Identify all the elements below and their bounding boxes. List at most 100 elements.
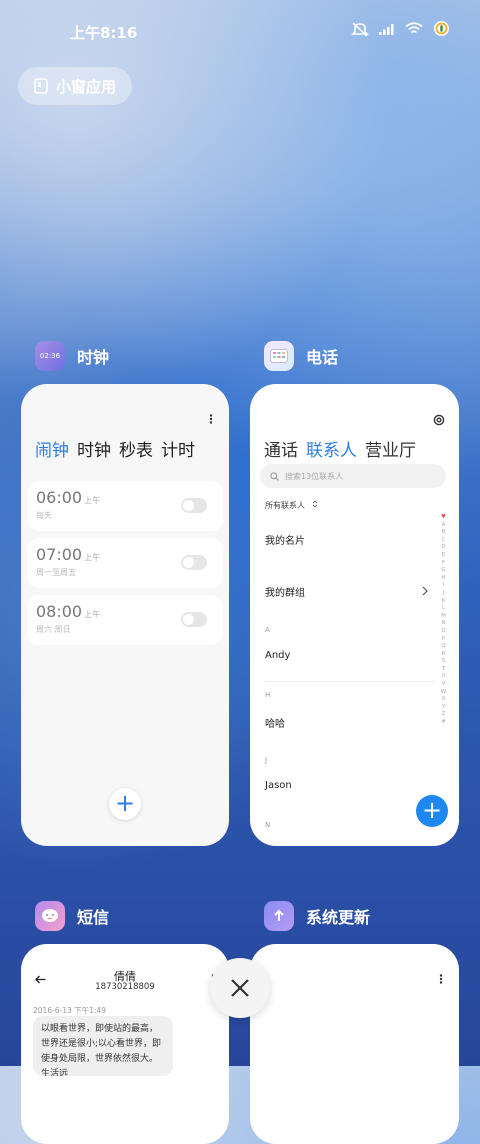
index-letter[interactable]: G: [441, 567, 445, 575]
index-letter[interactable]: C: [442, 537, 446, 545]
contact-item[interactable]: Jason: [265, 780, 292, 791]
mute-icon: [351, 21, 369, 37]
contact-filter-dropdown[interactable]: 所有联系人: [265, 500, 318, 511]
battery-icon: [434, 21, 449, 36]
index-letter[interactable]: Z: [442, 711, 446, 719]
wifi-icon: [405, 22, 423, 34]
alarm-toggle[interactable]: [181, 612, 207, 627]
tab-alarm[interactable]: 闹钟: [35, 436, 69, 461]
sms-app-title: 短信: [77, 908, 110, 927]
keypad-icon: [270, 349, 288, 363]
sms-app-card[interactable]: 倩倩 18730218809 2016-6-13 下午1:49 以眼看世界，即使…: [21, 944, 229, 1144]
sms-app-icon: [35, 901, 65, 931]
system-update-app-header[interactable]: 系统更新: [264, 901, 370, 931]
phone-app-card[interactable]: 通话 联系人 营业厅 搜索13位联系人 所有联系人 我的名片 我的群组 A An…: [250, 384, 459, 846]
alarm-toggle[interactable]: [181, 555, 207, 570]
clear-all-button[interactable]: [210, 958, 270, 1018]
tab-clock[interactable]: 时钟: [77, 436, 111, 461]
settings-icon[interactable]: [433, 414, 445, 426]
alarm-repeat: 周六 周日: [36, 625, 71, 634]
index-letter[interactable]: J: [443, 590, 445, 598]
clock-app-card[interactable]: 闹钟 时钟 秒表 计时 06:00 上午 每天 07:00 上午 周一至周五 08:…: [21, 384, 229, 846]
add-contact-button[interactable]: +: [416, 795, 448, 827]
index-letter[interactable]: V: [442, 681, 446, 689]
index-letter[interactable]: #: [441, 719, 446, 727]
small-window-apps-button[interactable]: 小窗应用: [18, 67, 132, 105]
index-letter[interactable]: D: [441, 544, 445, 552]
tab-calls[interactable]: 通话: [264, 436, 298, 461]
alarm-ampm: 上午: [84, 496, 101, 505]
favorites-heart-icon[interactable]: ♥: [441, 514, 446, 522]
index-letter[interactable]: W: [441, 689, 446, 697]
index-letter[interactable]: O: [441, 628, 445, 636]
signal-icon: [379, 23, 394, 35]
clock-app-title: 时钟: [77, 348, 110, 367]
add-alarm-button[interactable]: +: [109, 788, 141, 820]
my-groups-item[interactable]: 我的群组: [265, 584, 305, 599]
index-letter[interactable]: L: [442, 605, 445, 613]
index-letter[interactable]: E: [442, 552, 445, 560]
phone-app-title: 电话: [306, 348, 339, 367]
more-icon[interactable]: [439, 974, 443, 984]
section-letter: J: [265, 756, 268, 764]
index-letter[interactable]: F: [442, 560, 445, 568]
section-letter: H: [265, 691, 271, 699]
index-letter[interactable]: U: [441, 673, 445, 681]
index-letter[interactable]: I: [443, 582, 445, 590]
alarm-time: 06:00: [36, 488, 83, 507]
index-letter[interactable]: S: [442, 658, 446, 666]
update-arrow-icon: [274, 909, 284, 921]
message-bubble-icon: [42, 909, 58, 922]
index-letter[interactable]: Q: [441, 643, 445, 651]
contact-item[interactable]: 哈哈: [265, 715, 285, 730]
clock-app-header[interactable]: 02:36 时钟: [35, 341, 109, 371]
sms-app-header[interactable]: 短信: [35, 901, 109, 931]
index-letter[interactable]: N: [441, 620, 445, 628]
conversation-contact-number: 18730218809: [95, 982, 155, 992]
search-icon: [270, 471, 279, 481]
system-update-app-title: 系统更新: [306, 908, 371, 927]
section-letter: N: [265, 821, 271, 829]
tab-stopwatch[interactable]: 秒表: [119, 436, 153, 461]
alarm-item[interactable]: 08:00 上午 周六 周日: [27, 595, 223, 645]
tab-service-hall[interactable]: 营业厅: [365, 436, 416, 461]
contact-item[interactable]: Andy: [265, 650, 290, 661]
alarm-item[interactable]: 06:00 上午 每天: [27, 481, 223, 531]
close-icon: [231, 979, 249, 997]
tab-timer[interactable]: 计时: [161, 436, 195, 461]
alarm-repeat: 每天: [36, 511, 52, 520]
status-time: 上午8:16: [70, 24, 138, 42]
phone-app-header[interactable]: 电话: [264, 341, 338, 371]
tab-contacts[interactable]: 联系人: [306, 436, 357, 461]
phone-app-icon: [264, 341, 294, 371]
index-letter[interactable]: K: [442, 598, 446, 606]
alarm-repeat: 周一至周五: [36, 568, 76, 577]
alarm-ampm: 上午: [84, 553, 101, 562]
index-letter[interactable]: B: [442, 529, 446, 537]
index-letter[interactable]: A: [442, 522, 446, 530]
contact-search-input[interactable]: 搜索13位联系人: [260, 464, 446, 488]
status-icons: [351, 20, 450, 37]
index-letter[interactable]: P: [442, 636, 445, 644]
alarm-time: 08:00: [36, 602, 83, 621]
chevron-right-icon: [422, 586, 428, 596]
index-letter[interactable]: Y: [442, 704, 445, 712]
clock-app-icon: 02:36: [35, 341, 65, 371]
index-letter[interactable]: T: [442, 666, 445, 674]
divider: [265, 681, 435, 682]
index-letter[interactable]: H: [441, 575, 445, 583]
index-letter[interactable]: M: [441, 613, 446, 621]
system-update-app-icon: [264, 901, 294, 931]
alarm-time: 07:00: [36, 545, 83, 564]
my-card-item[interactable]: 我的名片: [265, 532, 305, 547]
alphabet-index[interactable]: ♥ A B C D E F G H I J K L M N O P Q R S …: [440, 514, 447, 727]
index-letter[interactable]: R: [442, 651, 446, 659]
more-icon[interactable]: [209, 414, 213, 424]
system-update-app-card[interactable]: [250, 944, 459, 1144]
alarm-toggle[interactable]: [181, 498, 207, 513]
small-window-label: 小窗应用: [56, 77, 117, 96]
alarm-item[interactable]: 07:00 上午 周一至周五: [27, 538, 223, 588]
message-timestamp: 2016-6-13 下午1:49: [33, 1006, 107, 1015]
sort-icon: [312, 500, 317, 508]
index-letter[interactable]: X: [442, 696, 446, 704]
